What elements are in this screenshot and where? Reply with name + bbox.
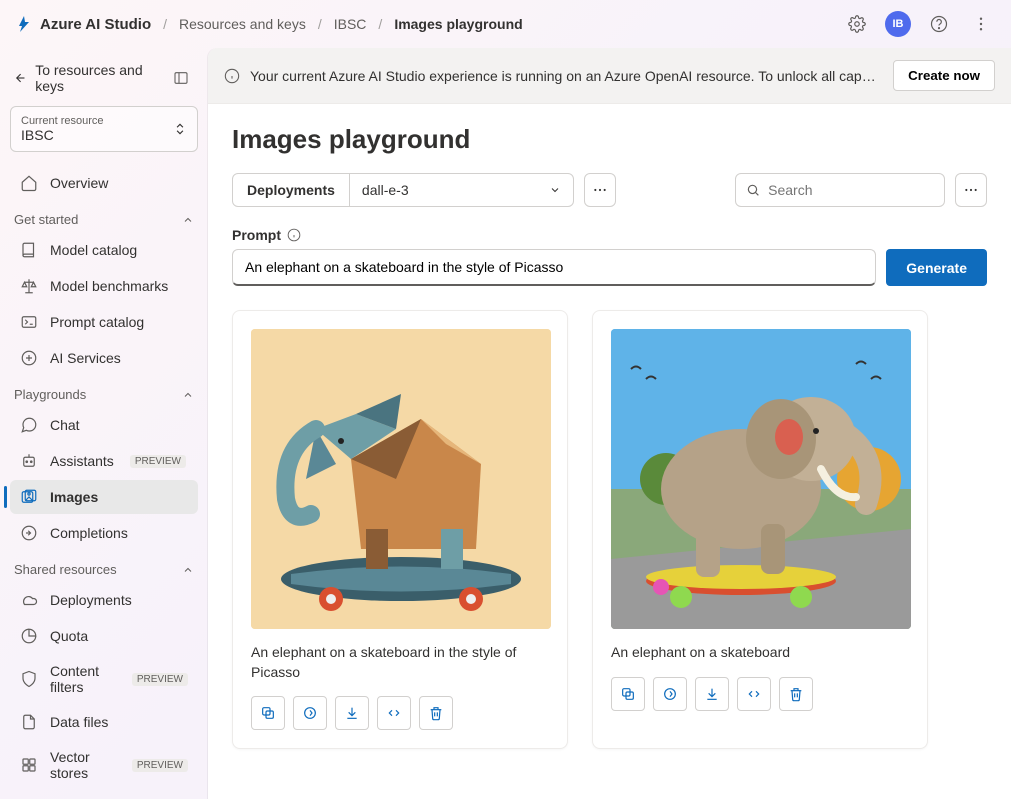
download-button[interactable] bbox=[335, 696, 369, 730]
prompt-label: Prompt bbox=[232, 227, 987, 243]
toolbar-more-button[interactable] bbox=[955, 173, 987, 207]
sidebar-item-model-catalog[interactable]: Model catalog bbox=[10, 233, 198, 267]
result-image-1[interactable] bbox=[611, 329, 911, 629]
resource-picker[interactable]: Current resource IBSC bbox=[10, 106, 198, 152]
help-icon[interactable] bbox=[925, 10, 953, 38]
code-button[interactable] bbox=[377, 696, 411, 730]
cloud-icon bbox=[20, 591, 38, 609]
generate-button[interactable]: Generate bbox=[886, 249, 987, 286]
sidebar-item-content-filters[interactable]: Content filtersPREVIEW bbox=[10, 655, 198, 703]
info-icon bbox=[224, 68, 240, 84]
chevron-down-icon bbox=[549, 184, 561, 196]
deployment-selector[interactable]: Deployments dall-e-3 bbox=[232, 173, 574, 207]
preview-badge: PREVIEW bbox=[130, 455, 186, 468]
regenerate-button[interactable] bbox=[653, 677, 687, 711]
delete-button[interactable] bbox=[419, 696, 453, 730]
home-icon bbox=[20, 174, 38, 192]
azure-logo-icon bbox=[16, 16, 32, 32]
sidebar-item-quota[interactable]: Quota bbox=[10, 619, 198, 653]
breadcrumb-1[interactable]: IBSC bbox=[334, 16, 367, 32]
sidebar-item-overview[interactable]: Overview bbox=[10, 166, 198, 200]
sidebar-item-deployments[interactable]: Deployments bbox=[10, 583, 198, 617]
quota-icon bbox=[20, 627, 38, 645]
chevron-updown-icon bbox=[173, 122, 187, 136]
deployment-more-button[interactable] bbox=[584, 173, 616, 207]
gear-icon[interactable] bbox=[843, 10, 871, 38]
section-playgrounds[interactable]: Playgrounds bbox=[10, 377, 198, 406]
sidebar-item-prompt-catalog[interactable]: Prompt catalog bbox=[10, 305, 198, 339]
regenerate-button[interactable] bbox=[293, 696, 327, 730]
topbar: Azure AI Studio / Resources and keys / I… bbox=[0, 0, 1011, 48]
breadcrumb-2[interactable]: Images playground bbox=[394, 16, 522, 32]
result-caption-1: An elephant on a skateboard bbox=[611, 643, 909, 663]
sidebar-item-assistants[interactable]: AssistantsPREVIEW bbox=[10, 444, 198, 478]
chevron-up-icon bbox=[182, 389, 194, 401]
result-image-0[interactable] bbox=[251, 329, 551, 629]
page-title: Images playground bbox=[232, 124, 987, 155]
breadcrumb-0[interactable]: Resources and keys bbox=[179, 16, 306, 32]
services-icon bbox=[20, 349, 38, 367]
chevron-up-icon bbox=[182, 564, 194, 576]
sidebar-item-images[interactable]: Images bbox=[10, 480, 198, 514]
section-shared[interactable]: Shared resources bbox=[10, 552, 198, 581]
sidebar-item-model-benchmarks[interactable]: Model benchmarks bbox=[10, 269, 198, 303]
book-icon bbox=[20, 241, 38, 259]
info-banner: Your current Azure AI Studio experience … bbox=[208, 48, 1011, 104]
ellipsis-icon[interactable] bbox=[967, 10, 995, 38]
sidebar-item-completions[interactable]: Completions bbox=[10, 516, 198, 550]
sidebar-item-data-files[interactable]: Data files bbox=[10, 705, 198, 739]
copy-button[interactable] bbox=[611, 677, 645, 711]
preview-badge: PREVIEW bbox=[132, 759, 188, 772]
result-card-0: An elephant on a skateboard in the style… bbox=[232, 310, 568, 749]
search-icon bbox=[746, 182, 760, 198]
prompt-input[interactable] bbox=[232, 249, 876, 286]
chat-icon bbox=[20, 416, 38, 434]
result-caption-0: An elephant on a skateboard in the style… bbox=[251, 643, 549, 682]
back-link[interactable]: To resources and keys bbox=[14, 62, 167, 94]
preview-badge: PREVIEW bbox=[132, 673, 188, 686]
images-icon bbox=[20, 488, 38, 506]
sidebar: To resources and keys Current resource I… bbox=[0, 48, 208, 799]
completions-icon bbox=[20, 524, 38, 542]
chevron-up-icon bbox=[182, 214, 194, 226]
banner-text: Your current Azure AI Studio experience … bbox=[250, 68, 883, 84]
assistant-icon bbox=[20, 452, 38, 470]
search-input[interactable] bbox=[768, 182, 934, 198]
brand-label: Azure AI Studio bbox=[40, 16, 151, 33]
sidebar-item-vector-stores[interactable]: Vector storesPREVIEW bbox=[10, 741, 198, 789]
file-icon bbox=[20, 713, 38, 731]
sidebar-item-chat[interactable]: Chat bbox=[10, 408, 198, 442]
create-now-button[interactable]: Create now bbox=[893, 60, 995, 91]
main-panel: Your current Azure AI Studio experience … bbox=[208, 48, 1011, 799]
result-card-1: An elephant on a skateboard bbox=[592, 310, 928, 749]
section-getstarted[interactable]: Get started bbox=[10, 202, 198, 231]
search-field[interactable] bbox=[735, 173, 945, 207]
code-button[interactable] bbox=[737, 677, 771, 711]
info-icon bbox=[287, 228, 301, 242]
delete-button[interactable] bbox=[779, 677, 813, 711]
download-button[interactable] bbox=[695, 677, 729, 711]
scale-icon bbox=[20, 277, 38, 295]
avatar[interactable]: IB bbox=[885, 11, 911, 37]
copy-button[interactable] bbox=[251, 696, 285, 730]
vector-icon bbox=[20, 756, 38, 774]
shield-icon bbox=[20, 670, 38, 688]
sidebar-item-ai-services[interactable]: AI Services bbox=[10, 341, 198, 375]
prompt-icon bbox=[20, 313, 38, 331]
collapse-icon[interactable] bbox=[167, 64, 194, 92]
